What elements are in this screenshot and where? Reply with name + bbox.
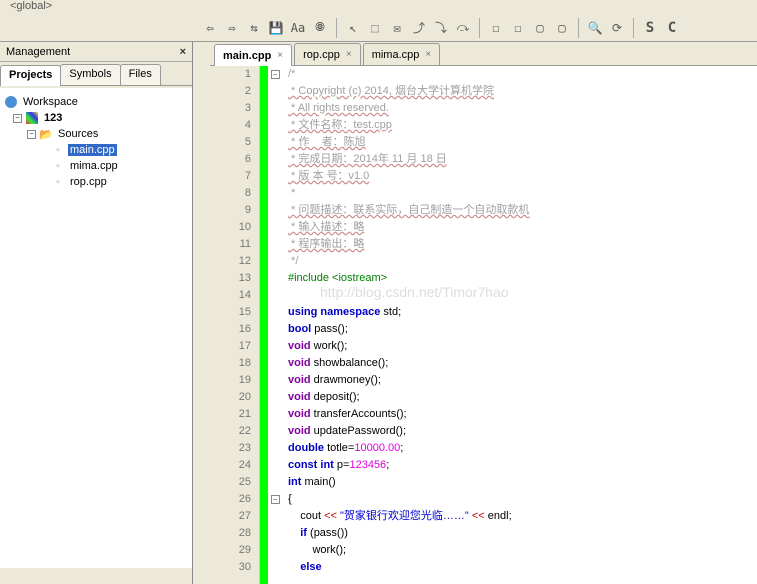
project-icon (25, 111, 39, 125)
tree-file-rop[interactable]: ▫ rop.cpp (4, 174, 188, 190)
save-button[interactable]: 💾 (266, 18, 286, 38)
fold-column: −− (268, 66, 282, 584)
file-icon: ▫ (51, 175, 65, 189)
close-icon[interactable]: × (425, 49, 431, 60)
c-button[interactable]: C (662, 18, 682, 38)
management-title: Management (6, 46, 70, 58)
tab-projects[interactable]: Projects (0, 65, 61, 86)
mail-button[interactable]: ✉ (387, 18, 407, 38)
editor-area: main.cpp × rop.cpp × mima.cpp × 12345678… (210, 42, 757, 584)
tool-button-3[interactable]: ▢ (530, 18, 550, 38)
tree-file-mima[interactable]: ▫ mima.cpp (4, 158, 188, 174)
code-content[interactable]: /* * Copyright (c) 2014, 烟台大学计算机学院 * All… (282, 66, 757, 584)
find-button[interactable]: Aa (288, 18, 308, 38)
tool-button-4[interactable]: ▢ (552, 18, 572, 38)
editor-tabs: main.cpp × rop.cpp × mima.cpp × (210, 42, 757, 66)
file-icon: ▫ (51, 159, 65, 173)
tree-workspace[interactable]: Workspace (4, 94, 188, 110)
tree-project[interactable]: − 123 (4, 110, 188, 126)
file-label: mima.cpp (68, 160, 120, 172)
tool-button-2[interactable]: ☐ (508, 18, 528, 38)
tab-files[interactable]: Files (120, 64, 161, 85)
line-gutter: 1234567891011121314151617181920212223242… (210, 66, 260, 584)
management-titlebar: Management × (0, 42, 192, 62)
file-icon: ▫ (51, 143, 65, 157)
separator (578, 18, 579, 38)
refresh-button[interactable]: ⟳ (607, 18, 627, 38)
separator (479, 18, 480, 38)
tab-label: rop.cpp (303, 49, 340, 61)
zoom-button[interactable]: 🔍 (585, 18, 605, 38)
bookmark-button[interactable]: 🞋 (310, 18, 330, 38)
step-in-button[interactable]: ⤵ (431, 18, 451, 38)
step-over-button[interactable]: ⤼ (453, 18, 473, 38)
editor-tab-mima[interactable]: mima.cpp × (363, 43, 441, 65)
tree-folder-sources[interactable]: − 📂 Sources (4, 126, 188, 142)
step-out-button[interactable]: ⤴ (409, 18, 429, 38)
expand-toggle[interactable]: − (13, 114, 22, 123)
select-button[interactable]: ⬚ (365, 18, 385, 38)
nav-back-button[interactable]: ⇦ (200, 18, 220, 38)
file-label: main.cpp (68, 144, 117, 156)
cursor-button[interactable]: ↖ (343, 18, 363, 38)
tool-button-1[interactable]: ☐ (486, 18, 506, 38)
nav-forward-button[interactable]: ⇨ (222, 18, 242, 38)
s-button[interactable]: S (640, 18, 660, 38)
expand-toggle[interactable]: − (27, 130, 36, 139)
tab-label: mima.cpp (372, 49, 420, 61)
project-label: 123 (42, 112, 64, 124)
close-icon[interactable]: × (277, 50, 283, 61)
folder-icon: 📂 (39, 127, 53, 141)
file-label: rop.cpp (68, 176, 109, 188)
management-tabs: Projects Symbols Files (0, 64, 192, 86)
swap-button[interactable]: ⇆ (244, 18, 264, 38)
tree-file-main[interactable]: ▫ main.cpp (4, 142, 188, 158)
close-icon[interactable]: × (346, 49, 352, 60)
editor-tab-rop[interactable]: rop.cpp × (294, 43, 361, 65)
workspace-label: Workspace (21, 96, 80, 108)
workspace-icon (4, 95, 18, 109)
code-editor[interactable]: 1234567891011121314151617181920212223242… (210, 66, 757, 584)
management-panel: Management × Projects Symbols Files Work… (0, 42, 193, 584)
separator (633, 18, 634, 38)
scope-label: <global> (10, 0, 52, 12)
main-toolbar: ⇦ ⇨ ⇆ 💾 Aa 🞋 ↖ ⬚ ✉ ⤴ ⤵ ⤼ ☐ ☐ ▢ ▢ 🔍 ⟳ S C (0, 14, 757, 42)
folder-label: Sources (56, 128, 100, 140)
project-tree: Workspace − 123 − 📂 Sources ▫ main.cpp ▫… (0, 88, 192, 568)
close-icon[interactable]: × (180, 46, 186, 58)
change-margin (260, 66, 268, 584)
tab-label: main.cpp (223, 50, 271, 62)
separator (336, 18, 337, 38)
editor-tab-main[interactable]: main.cpp × (214, 44, 292, 66)
tab-symbols[interactable]: Symbols (60, 64, 120, 85)
